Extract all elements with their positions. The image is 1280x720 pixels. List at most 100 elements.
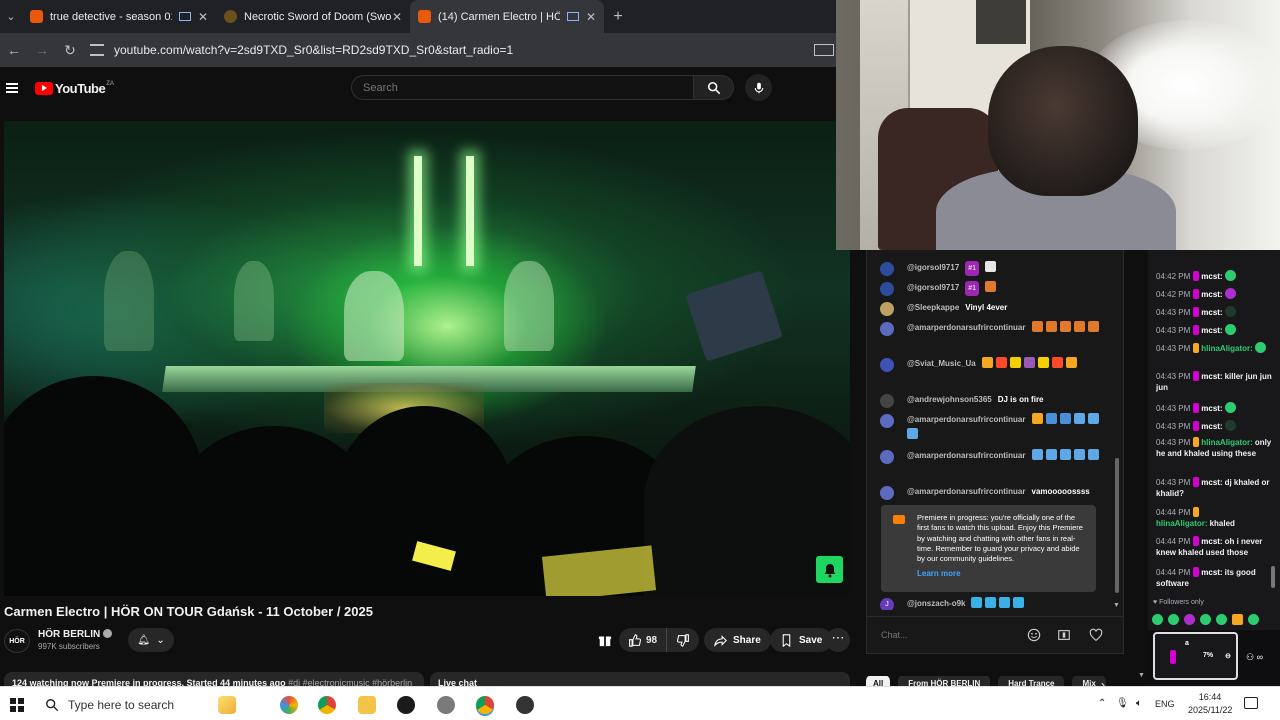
settings-icon[interactable]: ⊖ — [1225, 652, 1231, 660]
stream-chat-scrollbar[interactable] — [1271, 566, 1275, 588]
notifications-icon[interactable] — [1244, 697, 1258, 709]
share-button[interactable]: Share — [704, 628, 771, 652]
gift-icon[interactable] — [598, 633, 612, 647]
taskbar-clock[interactable]: 16:44 2025/11/22 — [1188, 691, 1232, 717]
tab-close-icon[interactable]: ✕ — [392, 10, 402, 24]
chat-author-name[interactable]: @amarperdonarsufrircontinuar — [907, 323, 1026, 332]
snipping-tool-icon[interactable] — [437, 696, 455, 714]
search-icon[interactable] — [45, 698, 59, 712]
scroll-down-icon[interactable]: ▼ — [1113, 602, 1120, 609]
chat-username[interactable]: mcst: — [1201, 372, 1222, 381]
chat-username[interactable]: mcst: — [1201, 568, 1222, 577]
super-chat-icon[interactable] — [1057, 628, 1071, 642]
microphone-icon[interactable]: 🎙︎ — [1116, 698, 1129, 709]
url-field[interactable]: youtube.com/watch?v=2sd9TXD_Sr0&list=RD2… — [90, 37, 814, 63]
photos-app-icon[interactable] — [280, 696, 298, 714]
search-button[interactable] — [694, 75, 734, 100]
chat-author-avatar[interactable] — [880, 322, 894, 336]
chat-author-name[interactable]: @amarperdonarsufrircontinuar — [907, 487, 1026, 496]
chat-author-name[interactable]: @amarperdonarsufrircontinuar — [907, 451, 1026, 460]
cast-icon[interactable] — [814, 44, 834, 56]
chat-username[interactable]: mcst: — [1201, 537, 1222, 546]
chat-username[interactable]: hlinaAligator: — [1201, 344, 1253, 353]
tab-search-chevron-icon[interactable]: ⌄ — [0, 10, 22, 23]
chat-author-avatar[interactable] — [880, 262, 894, 276]
chat-author-name[interactable]: @jonszach-o9k — [907, 599, 965, 608]
tab-true-detective[interactable]: true detective - season 01 ✕ — [22, 0, 216, 33]
like-button[interactable]: 98 — [619, 628, 668, 652]
site-settings-icon[interactable] — [90, 44, 104, 56]
chat-author-name[interactable]: @Sviat_Music_Ua — [907, 359, 976, 368]
new-tab-icon[interactable]: + — [604, 8, 632, 26]
tab-media-icon[interactable] — [566, 12, 579, 21]
tray-chevron-up-icon[interactable]: ⌃ — [1098, 698, 1106, 709]
chat-author-avatar[interactable]: J — [880, 598, 894, 610]
channel-name[interactable]: HÖR BERLIN — [38, 629, 113, 640]
more-actions-icon[interactable]: ⋯ — [826, 628, 850, 652]
stream-chat-input[interactable]: a 7% ⊖ — [1153, 632, 1238, 680]
scroll-down-icon[interactable]: ▼ — [1138, 672, 1145, 679]
emoji-icon[interactable] — [1027, 628, 1041, 642]
chat-author-name[interactable]: @igorsol9717 — [907, 283, 959, 292]
chat-username[interactable]: mcst: — [1201, 290, 1222, 299]
tab-close-icon[interactable]: ✕ — [586, 10, 596, 24]
chrome-icon[interactable] — [318, 696, 336, 714]
chat-username[interactable]: mcst: — [1201, 326, 1222, 335]
emote-icon[interactable] — [1232, 613, 1243, 625]
chat-author-avatar[interactable] — [880, 358, 894, 372]
widget-sparkle-icon[interactable] — [218, 696, 236, 714]
emote-icon[interactable] — [1152, 613, 1163, 625]
youtube-logo[interactable]: YouTube ZA — [35, 81, 114, 96]
chat-username[interactable]: mcst: — [1201, 272, 1222, 281]
emote-icon[interactable] — [1200, 613, 1211, 625]
volume-icon[interactable]: 🔈︎ — [1136, 698, 1142, 709]
chrome-active-icon[interactable] — [476, 696, 494, 714]
learn-more-link[interactable]: Learn more — [917, 569, 1088, 579]
chat-username[interactable]: mcst: — [1201, 404, 1222, 413]
stream-chat-panel[interactable]: 04:42 PM mcst: 04:42 PM mcst: 04:43 PM mcst: 0… — [1148, 250, 1280, 630]
chat-username[interactable]: mcst: — [1201, 422, 1222, 431]
save-button[interactable]: Save — [770, 628, 833, 652]
back-arrow-icon[interactable]: ← — [0, 42, 28, 58]
channel-avatar[interactable]: HÖR — [4, 629, 30, 653]
emote-icon[interactable] — [1168, 613, 1179, 625]
tab-necrotic-sword[interactable]: Necrotic Sword of Doom (Swor ✕ — [216, 0, 410, 33]
chat-scrollbar[interactable] — [1115, 458, 1119, 593]
forward-arrow-icon[interactable]: → — [28, 42, 56, 58]
chat-author-name[interactable]: @andrewjohnson5365 — [907, 395, 992, 404]
emote-icon[interactable] — [1248, 613, 1259, 625]
voice-search-button[interactable] — [745, 74, 772, 101]
heart-icon[interactable] — [1089, 628, 1103, 642]
search-input[interactable] — [351, 75, 694, 100]
reload-icon[interactable]: ↻ — [56, 42, 84, 59]
chat-author-avatar[interactable] — [880, 302, 894, 316]
chat-author-avatar[interactable] — [880, 282, 894, 296]
chat-author-name[interactable]: @igorsol9717 — [907, 263, 959, 272]
chat-author-name[interactable]: @amarperdonarsufrircontinuar — [907, 415, 1026, 424]
tab-close-icon[interactable]: ✕ — [198, 10, 208, 24]
chat-author-avatar[interactable] — [880, 414, 894, 428]
menu-icon[interactable] — [6, 83, 18, 93]
subscribed-button[interactable]: 🔔︎ ⌄ — [128, 628, 174, 652]
taskbar-search-input[interactable]: Type here to search — [68, 698, 174, 712]
windows-start-icon[interactable] — [10, 698, 24, 712]
tab-media-icon[interactable] — [178, 12, 191, 21]
chat-author-avatar[interactable] — [880, 486, 894, 500]
chat-author-avatar[interactable] — [880, 450, 894, 464]
language-indicator[interactable]: ENG — [1155, 699, 1175, 709]
dislike-button[interactable] — [667, 628, 699, 652]
chat-username[interactable]: hlinaAligator: — [1156, 519, 1208, 528]
file-explorer-icon[interactable] — [358, 696, 376, 714]
steam-icon[interactable] — [397, 696, 415, 714]
notification-bell-button[interactable] — [816, 556, 843, 583]
chat-author-name[interactable]: @Sleepkappe — [907, 303, 959, 312]
tab-carmen-electro[interactable]: (14) Carmen Electro | HÖR ( ✕ — [410, 0, 604, 33]
chat-controls-icon[interactable]: ⚇ ∞ — [1246, 652, 1263, 663]
emote-icon[interactable] — [1184, 613, 1195, 625]
chat-input[interactable] — [881, 625, 1021, 645]
chat-username[interactable]: mcst: — [1201, 308, 1222, 317]
chat-username[interactable]: mcst: — [1201, 478, 1222, 487]
video-player[interactable] — [4, 121, 850, 596]
chat-author-avatar[interactable] — [880, 394, 894, 408]
obs-icon[interactable] — [516, 696, 534, 714]
